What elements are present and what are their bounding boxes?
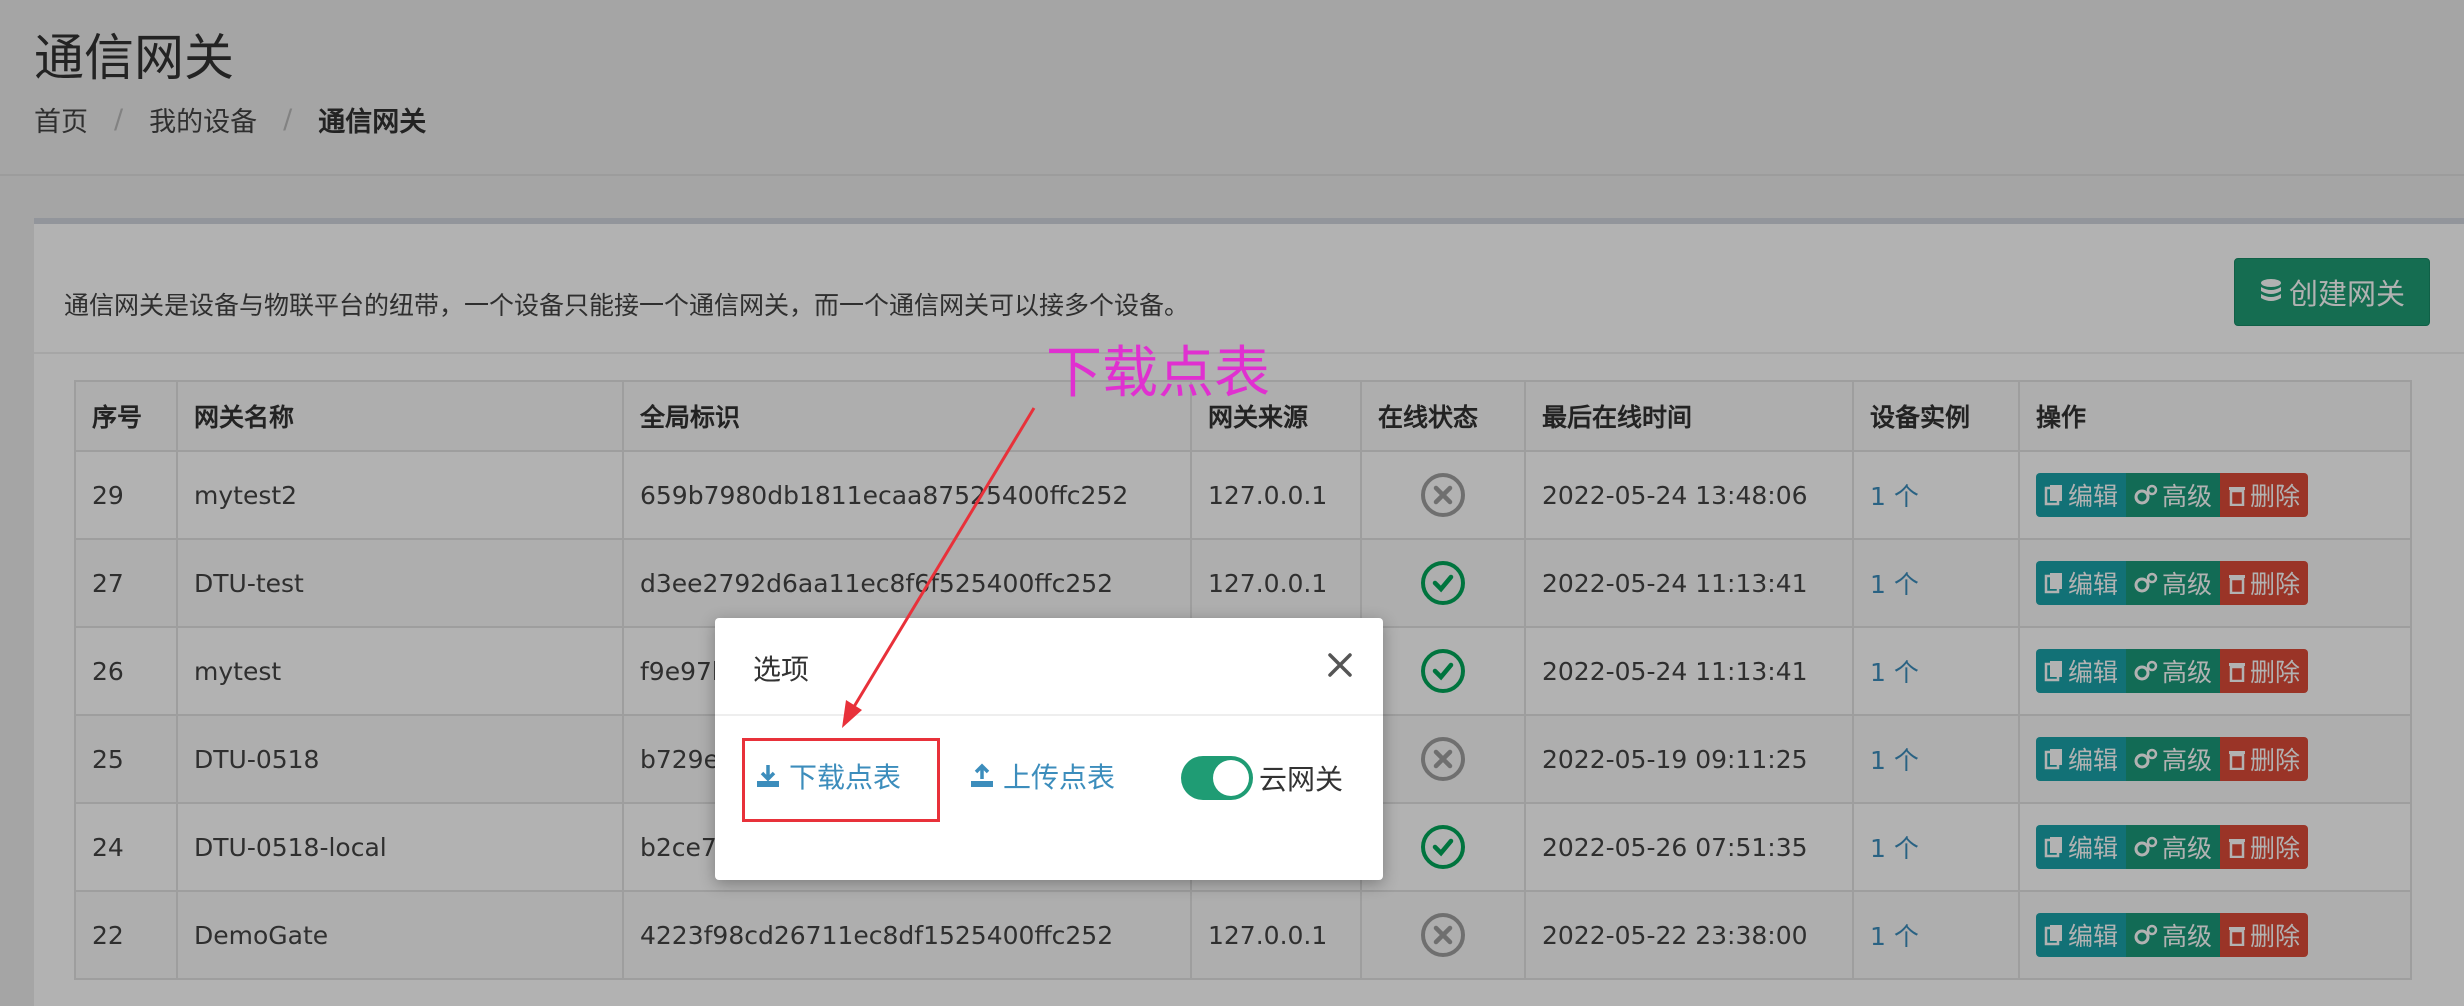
upload-points-link[interactable]: 上传点表 <box>969 756 1115 796</box>
close-button[interactable] <box>1317 642 1363 688</box>
annotation-text: 下载点表 <box>1046 341 1270 406</box>
close-icon <box>1328 653 1352 677</box>
toggle-knob <box>1213 760 1249 796</box>
upload-icon <box>971 763 993 787</box>
modal-title: 选项 <box>753 653 810 686</box>
cloud-gateway-label: 云网关 <box>1259 763 1344 796</box>
upload-points-label: 上传点表 <box>1003 761 1116 794</box>
cloud-gateway-toggle[interactable] <box>1181 756 1253 800</box>
modal-header: 选项 <box>715 618 1383 716</box>
annotation-highlight-box <box>742 738 940 822</box>
